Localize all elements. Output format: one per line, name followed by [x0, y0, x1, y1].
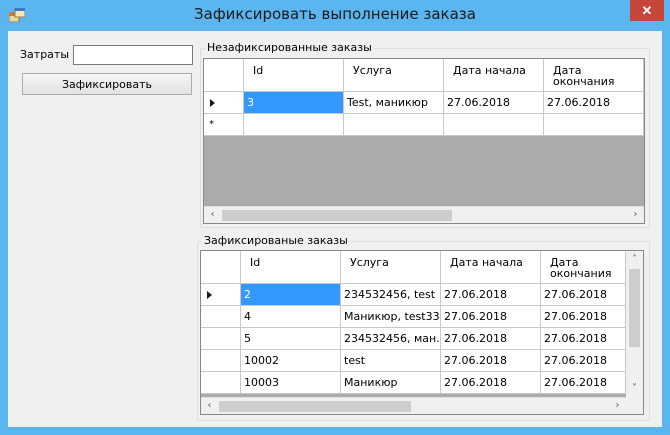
cell-id[interactable]: 2: [241, 284, 341, 306]
cell-end-date[interactable]: 27.06.2018: [541, 284, 626, 306]
cell-id[interactable]: 5: [241, 328, 341, 350]
scrollbar-thumb[interactable]: [629, 269, 640, 347]
column-header-end-date[interactable]: Дата окончания: [544, 59, 644, 92]
vertical-scrollbar[interactable]: ˄ ˅: [626, 251, 643, 397]
row-header[interactable]: [201, 284, 241, 306]
table-row[interactable]: 5 234532456, ман... 27.06.2018 27.06.201…: [201, 328, 626, 350]
column-header-id[interactable]: Id: [241, 251, 341, 284]
cell-service[interactable]: Test, маникюр: [344, 92, 444, 114]
costs-label: Затраты: [20, 48, 70, 61]
row-header[interactable]: [204, 92, 244, 114]
cell-id[interactable]: 10003: [241, 372, 341, 394]
cell-id[interactable]: 4: [241, 306, 341, 328]
cell-end-date[interactable]: 27.06.2018: [544, 92, 644, 114]
column-header-start-date[interactable]: Дата начала: [441, 251, 541, 284]
window-title: Зафиксировать выполнение заказа: [194, 5, 476, 23]
table-row[interactable]: 2 234532456, test 27.06.2018 27.06.2018: [201, 284, 626, 306]
cell-service[interactable]: Маникюр, test332: [341, 306, 441, 328]
new-row[interactable]: *: [204, 114, 644, 136]
row-header[interactable]: [201, 328, 241, 350]
cell-end-date[interactable]: [544, 114, 644, 136]
new-row-icon: *: [209, 119, 214, 130]
cell-service[interactable]: test: [341, 350, 441, 372]
current-row-arrow-icon: [210, 99, 215, 107]
cell-start-date[interactable]: [444, 114, 544, 136]
scroll-left-icon[interactable]: ‹: [201, 397, 218, 414]
table-row[interactable]: 4 Маникюр, test332 27.06.2018 27.06.2018: [201, 306, 626, 328]
fixed-orders-grid[interactable]: Id Услуга Дата начала Дата окончания 2 2…: [200, 250, 644, 415]
title-bar[interactable]: Зафиксировать выполнение заказа ✕: [0, 0, 670, 31]
fixed-orders-title: Зафиксированые заказы: [202, 234, 350, 247]
scroll-up-icon[interactable]: ˄: [626, 251, 643, 268]
close-button[interactable]: ✕: [630, 0, 664, 21]
row-header[interactable]: [201, 372, 241, 394]
unfixed-orders-title: Незафиксированные заказы: [205, 41, 374, 54]
cell-start-date[interactable]: 27.06.2018: [441, 284, 541, 306]
table-row[interactable]: 3 Test, маникюр 27.06.2018 27.06.2018: [204, 92, 644, 114]
costs-input[interactable]: [73, 45, 193, 65]
table-row[interactable]: 10003 Маникюр 27.06.2018 27.06.2018: [201, 372, 626, 394]
unfixed-orders-grid[interactable]: Id Услуга Дата начала Дата окончания 3 T…: [203, 58, 645, 224]
scrollbar-thumb[interactable]: [222, 210, 452, 221]
cell-end-date[interactable]: 27.06.2018: [541, 306, 626, 328]
column-header-start-date[interactable]: Дата начала: [444, 59, 544, 92]
scroll-left-icon[interactable]: ‹: [204, 206, 221, 223]
column-header-end-date[interactable]: Дата окончания: [541, 251, 626, 284]
row-header-corner: [204, 59, 244, 92]
cell-id[interactable]: 3: [244, 92, 344, 114]
app-window: Зафиксировать выполнение заказа ✕ Затрат…: [0, 0, 670, 435]
horizontal-scrollbar[interactable]: ‹ ›: [204, 206, 644, 223]
row-header-corner: [201, 251, 241, 284]
cell-service[interactable]: 234532456, test: [341, 284, 441, 306]
column-header-service[interactable]: Услуга: [344, 59, 444, 92]
column-header-service[interactable]: Услуга: [341, 251, 441, 284]
scroll-right-icon[interactable]: ›: [609, 397, 626, 414]
column-header-id[interactable]: Id: [244, 59, 344, 92]
cell-end-date[interactable]: 27.06.2018: [541, 328, 626, 350]
cell-id[interactable]: 10002: [241, 350, 341, 372]
cell-start-date[interactable]: 27.06.2018: [441, 350, 541, 372]
cell-start-date[interactable]: 27.06.2018: [444, 92, 544, 114]
scroll-right-icon[interactable]: ›: [627, 206, 644, 223]
cell-end-date[interactable]: 27.06.2018: [541, 350, 626, 372]
row-header[interactable]: [201, 306, 241, 328]
row-header[interactable]: [201, 350, 241, 372]
cell-end-date[interactable]: 27.06.2018: [541, 372, 626, 394]
scrollbar-corner: [626, 397, 643, 414]
cell-start-date[interactable]: 27.06.2018: [441, 306, 541, 328]
form-client-area: Затраты Зафиксировать Незафиксированные …: [8, 31, 662, 427]
row-header[interactable]: *: [204, 114, 244, 136]
cell-service[interactable]: [344, 114, 444, 136]
grid-header: Id Услуга Дата начала Дата окончания: [201, 251, 626, 284]
cell-start-date[interactable]: 27.06.2018: [441, 372, 541, 394]
cell-start-date[interactable]: 27.06.2018: [441, 328, 541, 350]
cell-id[interactable]: [244, 114, 344, 136]
grid-header: Id Услуга Дата начала Дата окончания: [204, 59, 644, 92]
current-row-arrow-icon: [207, 291, 212, 299]
scroll-down-icon[interactable]: ˅: [626, 380, 643, 397]
cell-service[interactable]: 234532456, ман...: [341, 328, 441, 350]
fix-button[interactable]: Зафиксировать: [22, 73, 192, 95]
table-row[interactable]: 10002 test 27.06.2018 27.06.2018: [201, 350, 626, 372]
cell-service[interactable]: Маникюр: [341, 372, 441, 394]
scrollbar-thumb[interactable]: [219, 401, 411, 412]
horizontal-scrollbar[interactable]: ‹ ›: [201, 397, 626, 414]
